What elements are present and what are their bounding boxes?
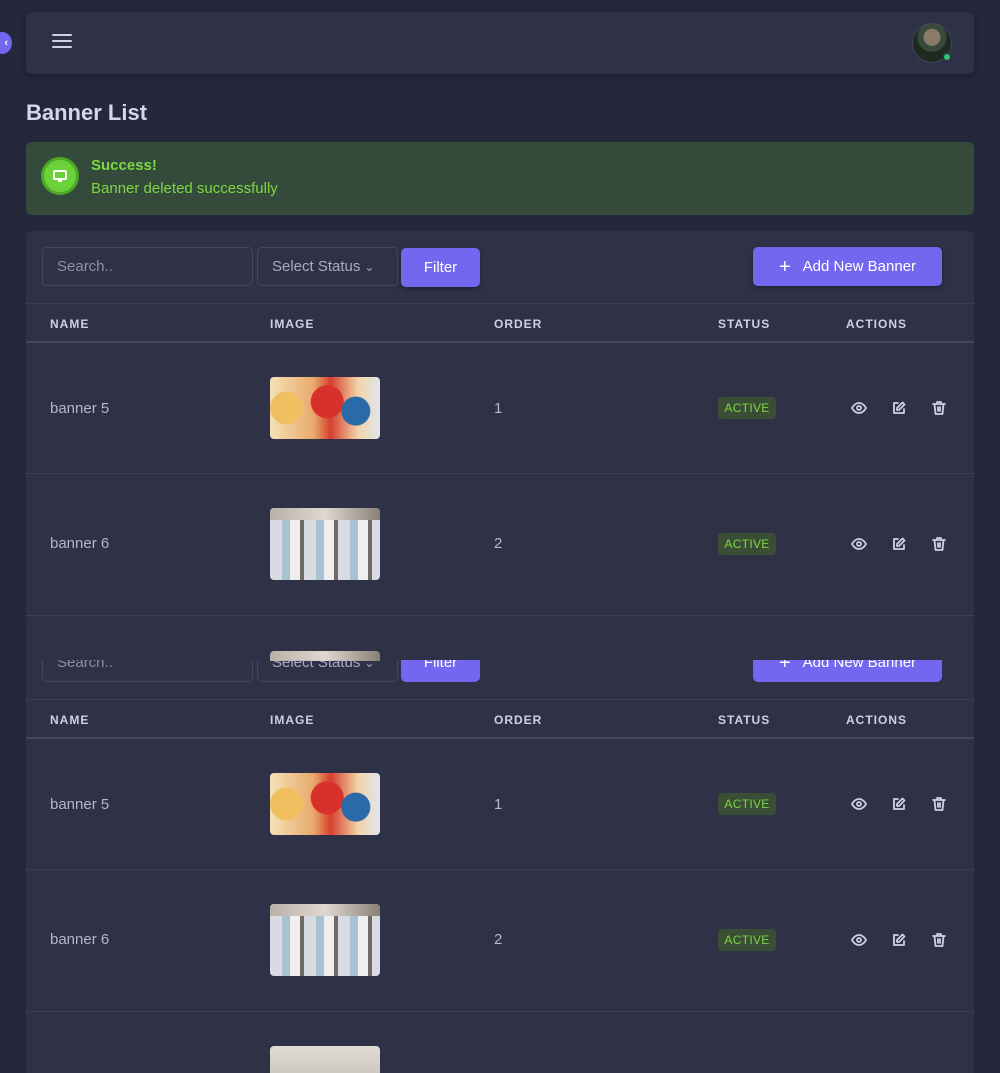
banner-name: banner 5 (50, 400, 110, 417)
filter-button[interactable]: Filter (401, 248, 480, 287)
delete-trash-icon[interactable] (930, 399, 948, 417)
add-banner-button[interactable]: + Add New Banner (753, 651, 942, 682)
add-banner-label: Add New Banner (802, 654, 917, 671)
table-header: NAME IMAGE ORDER STATUS ACTIONS (26, 303, 974, 343)
banner-image (270, 508, 380, 580)
status-select-label: Select Status (272, 654, 361, 671)
banner-image (270, 773, 380, 835)
hamburger-icon[interactable] (52, 34, 72, 52)
banner-order: 1 (494, 400, 503, 417)
delete-trash-icon[interactable] (930, 535, 948, 553)
col-name: NAME (50, 317, 90, 331)
banner-name: banner 6 (50, 931, 110, 948)
banner-image (270, 1046, 380, 1073)
status-badge: ACTIVE (718, 929, 776, 951)
view-eye-icon[interactable] (850, 795, 868, 813)
add-banner-label: Add New Banner (802, 258, 917, 275)
banner-image (270, 377, 380, 439)
banner-order: 1 (494, 796, 503, 813)
col-order: ORDER (494, 317, 543, 331)
online-status-dot (942, 52, 952, 62)
add-banner-button[interactable]: + Add New Banner (753, 247, 942, 286)
col-status: STATUS (718, 713, 771, 727)
sidebar-toggle-icon[interactable]: ‹ (0, 32, 12, 54)
banner-name: banner 6 (50, 535, 110, 552)
col-image: IMAGE (270, 713, 315, 727)
col-image: IMAGE (270, 317, 315, 331)
table-toolbar: Search.. Select Status ⌄ Filter + Add New … (26, 617, 974, 699)
edit-icon[interactable] (890, 795, 908, 813)
alert-message: Banner deleted successfully (91, 180, 278, 197)
col-status: STATUS (718, 317, 771, 331)
top-navbar (26, 12, 974, 74)
status-select[interactable]: Select Status ⌄ (257, 654, 398, 682)
col-actions: ACTIONS (846, 713, 907, 727)
delete-trash-icon[interactable] (930, 795, 948, 813)
page-title: Banner List (26, 100, 148, 125)
status-badge: ACTIVE (718, 793, 776, 815)
row-actions (850, 931, 948, 949)
search-input[interactable]: Search.. (42, 660, 253, 682)
plus-icon: + (778, 651, 791, 674)
status-badge: ACTIVE (718, 397, 776, 419)
search-input[interactable]: Search.. (42, 247, 253, 286)
table-row: banner 5 1 ACTIVE (26, 739, 974, 870)
view-eye-icon[interactable] (850, 931, 868, 949)
table-header: NAME IMAGE ORDER STATUS ACTIONS (26, 699, 974, 739)
banner-table-card-duplicate: Search.. Select Status ⌄ Filter + Add New … (26, 617, 974, 1073)
view-eye-icon[interactable] (850, 535, 868, 553)
banner-name: banner 5 (50, 796, 110, 813)
plus-icon: + (778, 255, 791, 278)
col-order: ORDER (494, 713, 543, 727)
edit-icon[interactable] (890, 399, 908, 417)
row-actions (850, 795, 948, 813)
table-row: banner 5 1 ACTIVE (26, 343, 974, 474)
banner-order: 2 (494, 535, 503, 552)
row-actions (850, 535, 948, 553)
status-select-label: Select Status (272, 258, 361, 275)
delete-trash-icon[interactable] (930, 931, 948, 949)
banner-image (270, 904, 380, 976)
edit-icon[interactable] (890, 931, 908, 949)
table-row: banner 6 2 ACTIVE (26, 474, 974, 616)
filter-button[interactable]: Filter (401, 660, 480, 682)
edit-icon[interactable] (890, 535, 908, 553)
table-toolbar: Search.. Select Status ⌄ Filter + Add New … (26, 231, 974, 303)
col-name: NAME (50, 713, 90, 727)
view-eye-icon[interactable] (850, 399, 868, 417)
success-alert: Success! Banner deleted successfully (26, 142, 974, 215)
avatar[interactable] (912, 23, 952, 63)
chevron-down-icon: ⌄ (364, 655, 375, 670)
monitor-icon (41, 157, 79, 195)
chevron-down-icon: ⌄ (364, 259, 375, 274)
row-actions (850, 399, 948, 417)
banner-order: 2 (494, 931, 503, 948)
table-row (26, 1012, 974, 1073)
status-select[interactable]: Select Status ⌄ (257, 247, 398, 286)
status-badge: ACTIVE (718, 533, 776, 555)
table-row: banner 6 2 ACTIVE (26, 870, 974, 1012)
banner-table-card: Search.. Select Status ⌄ Filter + Add New … (26, 231, 974, 660)
alert-title: Success! (91, 157, 157, 174)
col-actions: ACTIONS (846, 317, 907, 331)
